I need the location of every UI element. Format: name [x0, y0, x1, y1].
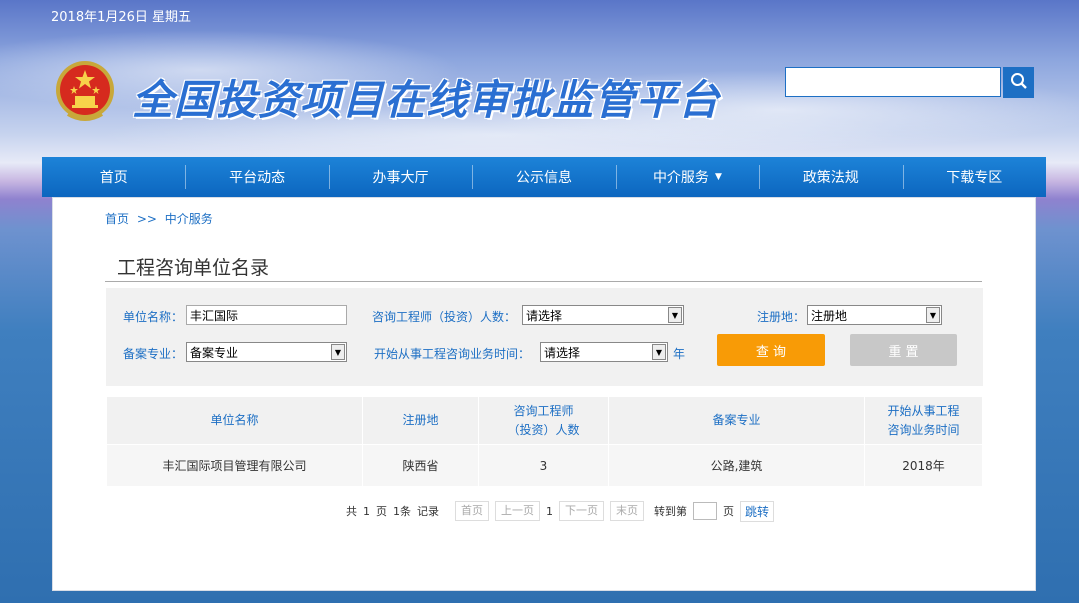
nav-item-downloads[interactable]: 下载专区: [902, 157, 1046, 197]
search-input[interactable]: [785, 67, 1001, 97]
goto-button[interactable]: 跳转: [740, 500, 775, 522]
breadcrumb-current[interactable]: 中介服务: [165, 212, 213, 226]
next-page-button[interactable]: 下一页: [559, 501, 604, 521]
main-nav: 首页 平台动态 办事大厅 公示信息 中介服务 ▼ 政策法规 下载专区: [42, 157, 1046, 197]
specialty-select[interactable]: 备案专业 ▼: [186, 342, 347, 362]
engineer-count-label: 咨询工程师（投资）人数：: [372, 310, 517, 324]
region-label: 注册地：: [757, 310, 806, 324]
pager-total-prefix: 共: [346, 505, 357, 518]
unit-name-input[interactable]: 丰汇国际: [186, 305, 347, 325]
first-page-button[interactable]: 首页: [455, 501, 489, 521]
table-row: 丰汇国际项目管理有限公司 陕西省 3 公路,建筑 2018年: [106, 444, 983, 487]
query-button[interactable]: 查 询: [717, 334, 825, 366]
national-emblem-icon: [54, 58, 116, 124]
year-suffix: 年: [673, 347, 686, 361]
column-header-specialty: 备案专业: [608, 396, 865, 445]
pager-records: 1条: [393, 505, 411, 518]
nav-item-service-hall[interactable]: 办事大厅: [328, 157, 472, 197]
dropdown-arrow-icon: ▼: [668, 307, 682, 323]
cell-unit-name[interactable]: 丰汇国际项目管理有限公司: [106, 444, 363, 487]
chevron-down-icon: ▼: [714, 172, 722, 182]
specialty-label: 备案专业：: [123, 347, 184, 361]
cell-specialty: 公路,建筑: [608, 444, 865, 487]
nav-item-policies[interactable]: 政策法规: [759, 157, 902, 197]
start-time-label: 开始从事工程咨询业务时间：: [374, 347, 531, 361]
current-page: 1: [546, 504, 553, 518]
dropdown-arrow-icon: ▼: [331, 344, 345, 360]
column-header-region: 注册地: [362, 396, 479, 445]
start-time-select[interactable]: 请选择 ▼: [540, 342, 668, 362]
pagination: 共 1 页 1条 记录 首页 上一页 1 下一页 末页 转到第 页 跳转: [346, 500, 775, 522]
breadcrumb-separator: >>: [136, 212, 157, 226]
pager-total-pages: 1: [363, 504, 370, 518]
site-title: 全国投资项目在线审批监管平台: [132, 76, 720, 124]
last-page-button[interactable]: 末页: [610, 501, 644, 521]
goto-prefix: 转到第: [654, 505, 687, 518]
cell-engineer-count: 3: [478, 444, 609, 487]
page-title: 工程咨询单位名录: [117, 257, 270, 279]
dropdown-arrow-icon: ▼: [652, 344, 666, 360]
search-icon: [1010, 72, 1028, 94]
region-select[interactable]: 注册地 ▼: [807, 305, 942, 325]
column-header-unit-name: 单位名称: [106, 396, 363, 445]
unit-name-label: 单位名称：: [123, 310, 184, 324]
column-header-start-time: 开始从事工程 咨询业务时间: [864, 396, 983, 445]
filter-panel: 单位名称： 丰汇国际 咨询工程师（投资）人数： 请选择 ▼ 注册地： 注册地 ▼…: [106, 288, 983, 386]
breadcrumb-home[interactable]: 首页: [105, 212, 129, 226]
cell-region: 陕西省: [362, 444, 479, 487]
column-header-engineer-count: 咨询工程师 （投资）人数: [478, 396, 609, 445]
nav-item-public-info[interactable]: 公示信息: [472, 157, 615, 197]
title-divider: [105, 281, 982, 282]
table-header-row: 单位名称 注册地 咨询工程师 （投资）人数 备案专业 开始从事工程 咨询业务时间: [106, 396, 983, 445]
pager-page-unit: 页: [376, 505, 387, 518]
nav-item-home[interactable]: 首页: [42, 157, 185, 197]
goto-suffix: 页: [723, 505, 734, 518]
results-table: 单位名称 注册地 咨询工程师 （投资）人数 备案专业 开始从事工程 咨询业务时间 丰…: [106, 396, 983, 487]
breadcrumb: 首页 >> 中介服务: [105, 210, 217, 227]
search-button[interactable]: [1003, 67, 1034, 98]
pager-records-suffix: 记录: [417, 505, 439, 518]
content-panel: 首页 >> 中介服务 工程咨询单位名录 单位名称： 丰汇国际 咨询工程师（投资）…: [52, 197, 1036, 591]
current-date: 2018年1月26日 星期五: [51, 10, 192, 25]
engineer-count-select[interactable]: 请选择 ▼: [522, 305, 684, 325]
cell-start-time: 2018年: [864, 444, 983, 487]
nav-item-agency-services[interactable]: 中介服务 ▼: [615, 157, 759, 197]
prev-page-button[interactable]: 上一页: [495, 501, 540, 521]
reset-button[interactable]: 重 置: [850, 334, 957, 366]
goto-page-input[interactable]: [693, 502, 717, 520]
nav-item-platform-news[interactable]: 平台动态: [185, 157, 328, 197]
dropdown-arrow-icon: ▼: [926, 307, 940, 323]
